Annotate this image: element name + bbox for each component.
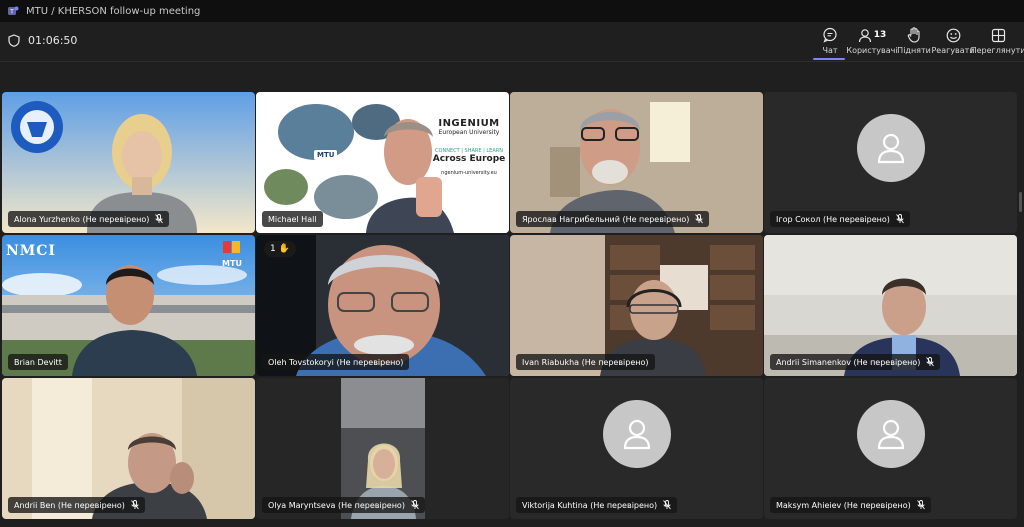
chat-button[interactable]: Чат [815,26,845,60]
nameplate: Olya Maryntseva (Не перевірено) [262,497,425,513]
mic-muted-icon [695,214,704,224]
raise-hand-icon [907,26,921,44]
shield-icon [8,34,20,47]
mic-muted-icon [663,500,672,510]
view-button[interactable]: Переглянути [971,26,1024,60]
participant-name: Olya Maryntseva (Не перевірено) [268,500,405,510]
mic-muted-icon [131,500,139,510]
participant-name: Brian Devitt [14,357,62,367]
mic-muted-icon [411,500,419,510]
react-button[interactable]: Реагувати [931,26,975,60]
mtu-logo-text: MTU [222,259,242,268]
nameplate: Ігор Сокол (Не перевірено) [770,211,910,227]
people-icon-group: 13 [858,26,887,44]
nameplate: Andrii Ben (Не перевірено) [8,497,145,513]
people-icon [858,28,871,42]
participant-tile[interactable]: Ігор Сокол (Не перевірено) [764,92,1017,233]
nameplate: Brian Devitt [8,354,68,370]
mic-muted-icon [926,357,935,367]
participant-name: Ігор Сокол (Не перевірено) [776,214,890,224]
raise-hand-label: Підняти [897,46,931,55]
participant-tile[interactable]: NMCI MTU Brian Devitt [2,235,255,376]
participant-tile[interactable]: Alona Yurzhenko (Не перевірено) [2,92,255,233]
participant-name: Ivan Riabukha (Не перевірено) [522,357,649,367]
grid-view-icon [991,26,1006,44]
people-button[interactable]: 13 Користувачі [846,26,898,60]
scrollbar-thumb[interactable] [1019,192,1022,212]
raise-hand-button[interactable]: Підняти [897,26,931,60]
participant-tile[interactable]: Viktorija Kuhtina (Не перевірено) [510,378,763,519]
participant-tile[interactable]: Maksym Ahieiev (Не перевірено) [764,378,1017,519]
meeting-toolbar: 01:06:50 Чат 13 Користувачі Підняти Реаг… [0,22,1024,62]
nameplate: Andrii Simanenkov (Не перевірено) [770,354,941,370]
participant-tile[interactable]: Ярослав Нагрибельний (Не перевірено) [510,92,763,233]
people-count: 13 [873,30,887,40]
participant-name: Andrii Simanenkov (Не перевірено) [776,357,921,367]
slide-brand: INGENIUM [438,118,500,129]
raised-hand-icon: ✋ [278,244,290,254]
slide-tagline: Across Europe [432,154,506,164]
participant-name: Ярослав Нагрибельний (Не перевірено) [522,214,690,224]
teams-logo-icon: T [6,4,20,18]
nameplate: Viktorija Kuhtina (Не перевірено) [516,497,678,513]
mic-muted-icon [155,214,164,224]
chat-label: Чат [822,46,838,55]
participant-name: Michael Hall [268,214,317,224]
people-label: Користувачі [846,46,898,55]
participant-grid: Alona Yurzhenko (Не перевірено) INGENIUM… [0,62,1024,527]
participant-name: Alona Yurzhenko (Не перевірено) [14,214,150,224]
slide-url: ngenium-university.eu [441,170,497,176]
nameplate: Ivan Riabukha (Не перевірено) [516,354,655,370]
participant-tile[interactable]: Olya Maryntseva (Не перевірено) [256,378,509,519]
react-label: Реагувати [931,46,975,55]
nameplate: Ярослав Нагрибельний (Не перевірено) [516,211,710,227]
nameplate: Michael Hall [262,211,323,227]
avatar-placeholder-icon [602,400,671,469]
chat-icon [822,26,838,44]
nameplate: Oleh Tovstokoryi (Не перевірено) [262,354,410,370]
timer-text: 01:06:50 [28,34,78,47]
mic-muted-icon [916,500,925,510]
participant-name: Maksym Ahieiev (Не перевірено) [776,500,911,510]
participant-tile-active[interactable]: 1 ✋ Oleh Tovstokoryi (Не перевірено) [256,235,509,376]
slide-subtitle: European University [438,129,500,136]
participant-name: Oleh Tovstokoryi (Не перевірено) [268,357,404,367]
participant-tile[interactable]: Andrii Simanenkov (Не перевірено) [764,235,1017,376]
raised-hand-badge: 1 ✋ [264,241,296,257]
avatar-placeholder-icon [856,400,925,469]
title-bar: T MTU / KHERSON follow-up meeting [0,0,1024,22]
participant-tile[interactable]: Andrii Ben (Не перевірено) [2,378,255,519]
smiley-icon [946,26,961,44]
mic-muted-icon [896,214,904,224]
mtu-logo-icon [223,241,240,253]
nameplate: Alona Yurzhenko (Не перевірено) [8,211,170,227]
chat-active-indicator [813,58,845,60]
svg-text:T: T [9,8,14,15]
avatar-placeholder-icon [856,114,925,183]
participant-tile-active[interactable]: Ivan Riabukha (Не перевірено) [510,235,763,376]
mtu-logo: MTU [217,239,247,268]
slide-mtu-logo: MTU [314,150,338,160]
ingenium-slide: INGENIUM European University CONNECT | S… [432,118,506,176]
raised-hand-order: 1 [270,244,276,254]
nameplate: Maksym Ahieiev (Не перевірено) [770,497,931,513]
nmci-banner-text: NMCI [6,243,56,259]
participant-name: Andrii Ben (Не перевірено) [14,500,125,510]
view-label: Переглянути [970,46,1024,55]
participant-tile[interactable]: INGENIUM European University CONNECT | S… [256,92,509,233]
window-title: MTU / KHERSON follow-up meeting [26,5,201,17]
meeting-timer: 01:06:50 [8,34,77,47]
participant-name: Viktorija Kuhtina (Не перевірено) [522,500,658,510]
